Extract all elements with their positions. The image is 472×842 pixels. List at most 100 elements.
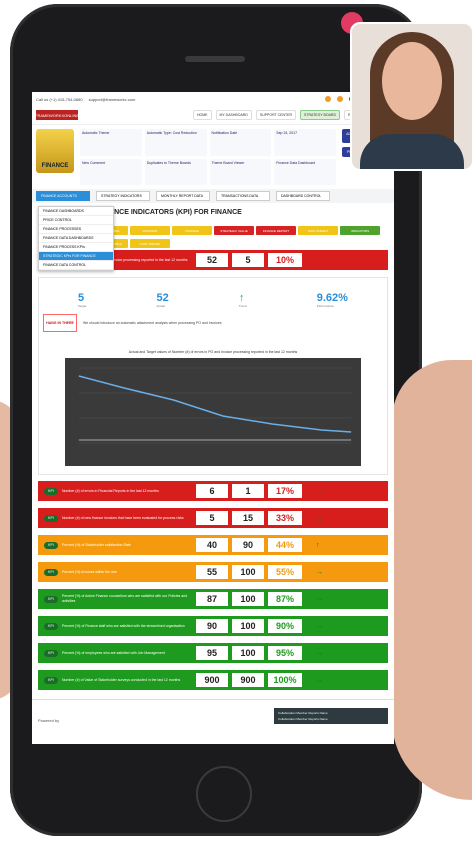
kpi-row[interactable]: KPI Percent (%) of Active Finance counsel… [38, 589, 388, 609]
info-field[interactable]: Theme Board Viewer [209, 158, 272, 185]
kpi-name: Number (#) of Value of Stakeholder surve… [62, 677, 181, 682]
filter-strategy[interactable]: STRATEGY INDICATORS [96, 191, 150, 201]
filter-transactions[interactable]: TRANSACTIONS DATA [216, 191, 270, 201]
kpi-badge: KPI [44, 487, 58, 495]
comment-row: HANG IN THERE We should introduce an aut… [43, 308, 383, 338]
chat-panel[interactable]: Collaboration Member Reports Name Collab… [274, 708, 388, 724]
kpi-actual: 90 [196, 619, 228, 633]
main-navbar: FRAMEWORKXONLINE HOME MY DASHBOARD SUPPO… [32, 106, 394, 125]
trend-arrow-icon: → [316, 595, 323, 603]
kpi-percent: 44% [268, 538, 302, 552]
kpi-percent: 95% [268, 646, 302, 660]
theme-tile[interactable]: PROCESS [130, 226, 170, 235]
dropdown-item-selected[interactable]: STRATEGIC KPIs FOR FINANCE [39, 252, 113, 261]
info-field[interactable]: Duplicates to Theme Boards [144, 158, 207, 185]
kpi-actual: 5 [196, 511, 228, 525]
stat-performance: 9.62% Performance [316, 292, 348, 308]
kpi-percent: 10% [268, 253, 302, 267]
kpi-actual: 40 [196, 538, 228, 552]
kpi-row[interactable]: KPI Number (#) of new finance invoices th… [38, 508, 388, 528]
filter-control[interactable]: DASHBOARD CONTROL [276, 191, 330, 201]
kpi-name: Percent (%) Invoices within the due [62, 569, 117, 574]
dropdown-item[interactable]: FINANCE DATA DASHBOARDS [39, 234, 113, 243]
chart-title: Actual and Target values of Number (#) o… [128, 350, 298, 354]
info-grid: Automatic Theme Automatic Type: Cost Red… [80, 129, 336, 185]
kpi-percent: 100% [268, 673, 302, 687]
kpi-row[interactable]: KPI Number (#) of errors in Financial Rep… [38, 481, 388, 501]
info-field: Automatic Type: Cost Reduction [144, 129, 207, 156]
kpi-percent: 33% [268, 511, 302, 525]
site-logo[interactable]: FRAMEWORKXONLINE [35, 110, 79, 120]
trend-arrow-icon: → [316, 622, 323, 630]
info-field[interactable]: Finance Data Dashboard [274, 158, 336, 185]
actual-series-line [78, 375, 352, 433]
nav-strategy[interactable]: STRATEGY BOARD [300, 110, 340, 120]
nav-home[interactable]: HOME [193, 110, 212, 120]
kpi-target: 5 [232, 253, 264, 267]
theme-tile[interactable]: INDICATORS [340, 226, 380, 235]
kpi-name: Percent (%) of Active Finance counsellor… [62, 594, 188, 603]
kpi-row[interactable]: KPI Percent (%) Invoices within the due 55… [38, 562, 388, 582]
kpi-target: 15 [232, 511, 264, 525]
dropdown-item[interactable]: FINANCE DATA CONTROL [39, 261, 113, 270]
kpi-actual: 95 [196, 646, 228, 660]
kpi-name: Percent (%) of Finance staff who are sat… [62, 623, 185, 628]
filter-finance-accounts[interactable]: FINANCE ACCOUNTS [36, 191, 90, 201]
stat-trend: ↑ Trend [238, 292, 247, 308]
kpi-name: Number (#) of new finance invoices that … [62, 515, 184, 520]
theme-tile[interactable]: FINANCE REPORT [256, 226, 296, 235]
presenter-face [382, 42, 442, 120]
kpi-row[interactable]: KPI Percent (%) of employees who are sati… [38, 643, 388, 663]
kpi-badge: KPI [44, 568, 58, 576]
kpi-percent: 90% [268, 619, 302, 633]
nav-support[interactable]: SUPPORT CENTER [255, 110, 297, 120]
kpi-row[interactable]: KPI Percent (%) of Finance staff who are … [38, 616, 388, 636]
info-field: Automatic Theme [80, 129, 142, 156]
dropdown-item[interactable]: FINANCE DASHBOARDS [39, 207, 113, 216]
kpi-actual: 55 [196, 565, 228, 579]
kpi-detail-panel: 5 Target 52 Actual ↑ Trend 9.62% Performance… [38, 277, 388, 475]
theme-tile[interactable]: FINANCE [172, 226, 212, 235]
kpi-stats: 5 Target 52 Actual ↑ Trend 9.62% Performance [43, 282, 383, 308]
nav-dashboard[interactable]: MY DASHBOARD [215, 110, 252, 120]
kpi-row[interactable]: KPI Number (#) of Value of Stakeholder su… [38, 670, 388, 690]
info-field[interactable]: New Comment [80, 158, 142, 185]
kpi-target: 900 [232, 673, 264, 687]
dropdown-item[interactable]: FINANCE PROCESSES [39, 225, 113, 234]
finance-dropdown: FINANCE DASHBOARDS PRICE CONTROL FINANCE… [38, 206, 114, 271]
kpi-name: Percent (%) of employees who are satisfi… [62, 650, 165, 655]
filter-monthly[interactable]: MONTHLY REPORT DATA [156, 191, 210, 201]
kpi-percent: 17% [268, 484, 302, 498]
kpi-badge: KPI [44, 649, 58, 657]
theme-tile[interactable]: STRATEGIC VALUE [214, 226, 254, 235]
kpi-actual: 6 [196, 484, 228, 498]
kpi-badge: KPI [44, 595, 58, 603]
phone-number: Call us (+1) 415-754-0680 [36, 96, 83, 102]
kpi-target: 90 [232, 538, 264, 552]
comment-text: We should introduce an automatic attachm… [83, 321, 222, 325]
kpi-target: 100 [232, 565, 264, 579]
kpi-name: Number (#) of errors in Financial Report… [62, 488, 159, 493]
email-address[interactable]: support@frameworkx.com [89, 97, 136, 102]
kpi-actual: 900 [196, 673, 228, 687]
theme-tile[interactable]: COST TARGET [130, 239, 170, 248]
home-button[interactable] [196, 766, 252, 822]
notification-icon[interactable] [324, 96, 331, 102]
dropdown-item[interactable]: FINANCE PROCESS KPIs [39, 243, 113, 252]
page-footer: Powered by Collaboration Member Reports … [32, 699, 394, 744]
kpi-row[interactable]: KPI Percent (%) of Stakeholder satisfacti… [38, 535, 388, 555]
kpi-target: 100 [232, 592, 264, 606]
kpi-percent: 55% [268, 565, 302, 579]
info-field: Notification Date [209, 129, 272, 156]
trend-chart-svg [78, 367, 352, 444]
settings-icon[interactable] [336, 96, 343, 102]
theme-tile[interactable]: DATA TARGET [298, 226, 338, 235]
dropdown-item[interactable]: PRICE CONTROL [39, 216, 113, 225]
footer-powered: Powered by [38, 718, 60, 723]
chat-item[interactable]: Collaboration Member Reports Name [276, 716, 386, 722]
phone-speaker [185, 56, 245, 62]
kpi-badge: KPI [44, 541, 58, 549]
trend-arrow-icon: → [316, 676, 323, 684]
filter-bar: FINANCE ACCOUNTS STRATEGY INDICATORS MON… [32, 189, 394, 203]
kpi-target: 100 [232, 646, 264, 660]
